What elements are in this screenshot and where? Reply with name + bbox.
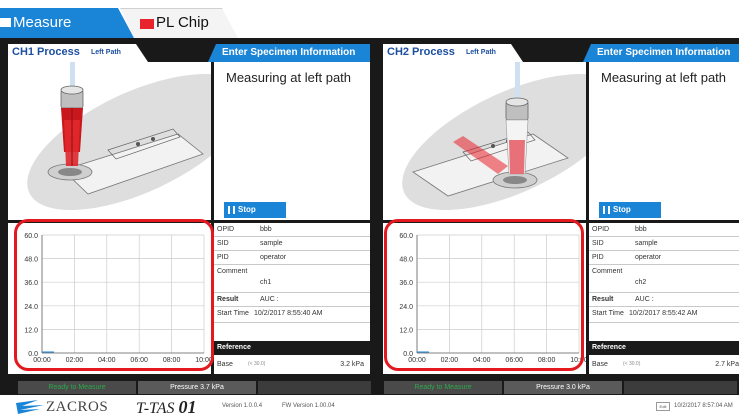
enter-specimen-label: Enter Specimen Information [597, 47, 731, 58]
current-datetime: 10/2/2017 8:57:04 AM [674, 403, 733, 409]
stop-label: Stop [238, 205, 256, 214]
info-key: Comment [217, 268, 248, 275]
zacros-logo-icon [16, 400, 44, 414]
base-range: (< 30.0) [623, 361, 641, 367]
software-version: Version 1.0.0.4 [222, 403, 263, 409]
info-row-comment: Comment ch2 [589, 265, 739, 293]
base-pressure-row: Base (< 30.0) 2.7 kPa [589, 355, 739, 374]
enter-specimen-button-ch2[interactable]: Enter Specimen Information [583, 44, 739, 62]
specimen-info-ch1: OPID bbb SID sample PID operator Comment… [214, 223, 370, 374]
graph-highlight-ch2 [384, 219, 584, 371]
stop-button-ch2[interactable]: Stop [599, 202, 661, 218]
tab-measure[interactable]: Measure [0, 8, 134, 38]
info-value: ch1 [260, 279, 272, 286]
base-value: 3.2 kPa [340, 361, 364, 368]
tab-pl-chip-swatch [140, 19, 154, 29]
info-key: SID [592, 240, 604, 247]
status-pressure-ch2: Pressure 3.0 kPa [504, 381, 622, 394]
info-key: SID [217, 240, 229, 247]
chip-diagram [27, 62, 211, 211]
measurement-area: CH1 Process Left Path Enter Specimen Inf… [0, 38, 739, 395]
graph-highlight-ch1 [14, 219, 214, 371]
pause-icon [228, 206, 235, 214]
message-box-ch1: Measuring at left path Stop [214, 62, 370, 220]
specimen-info-ch2: OPID bbb SID sample PID operator Comment… [589, 223, 739, 374]
enter-specimen-button-ch1[interactable]: Enter Specimen Information [208, 44, 370, 62]
status-message: Measuring at left path [601, 70, 727, 85]
pause-icon [603, 206, 610, 214]
status-pressure-ch1: Pressure 3.7 kPa [138, 381, 256, 394]
info-value: sample [635, 240, 658, 247]
base-range: (< 30.0) [248, 361, 266, 367]
footer: ZACROS T-TAS 01 Version 1.0.0.4 FW Versi… [0, 395, 739, 418]
tab-bar: Measure PL Chip [0, 0, 739, 38]
chip-illustration-ch1 [8, 62, 211, 220]
path-label: Left Path [466, 49, 496, 56]
product-logo: T-TAS 01 [136, 397, 197, 418]
info-key: Result [217, 296, 239, 303]
info-key: Start Time [217, 310, 249, 317]
info-row-opid: OPID bbb [589, 223, 739, 237]
info-value: ch2 [635, 279, 647, 286]
base-value: 2.7 kPa [715, 361, 739, 368]
tab-measure-swatch [0, 18, 11, 27]
info-row-start-time: Start Time 10/2/2017 8:55:40 AM [214, 307, 370, 323]
chip-diagram [402, 62, 586, 211]
tab-pl-chip-label: PL Chip [156, 14, 209, 31]
status-message: Measuring at left path [226, 70, 352, 85]
message-box-ch2: Measuring at left path Stop [589, 62, 739, 220]
info-row-start-time: Start Time 10/2/2017 8:55:42 AM [589, 307, 739, 323]
brand-name: ZACROS [46, 399, 109, 415]
enter-specimen-label: Enter Specimen Information [222, 47, 356, 58]
process-title: CH1 Process [12, 46, 80, 58]
info-row-opid: OPID bbb [214, 223, 370, 237]
process-title: CH2 Process [387, 46, 455, 58]
info-key: PID [217, 254, 229, 261]
stop-button-ch1[interactable]: Stop [224, 202, 286, 218]
info-row-result: Result AUC : [589, 293, 739, 307]
info-value: operator [260, 254, 287, 261]
process-header-ch1: CH1 Process Left Path [8, 44, 148, 62]
info-key: Start Time [592, 310, 624, 317]
base-pressure-row: Base (< 30.0) 3.2 kPa [214, 355, 370, 374]
process-header-ch2: CH2 Process Left Path [383, 44, 523, 62]
base-label: Base [217, 361, 233, 368]
datetime-edit-button[interactable]: Edit [656, 402, 670, 411]
reference-bar: Reference [589, 341, 739, 355]
info-value: sample [260, 240, 283, 247]
info-row-result: Result AUC : [214, 293, 370, 307]
product-name: T-TAS [136, 400, 175, 417]
status-blank-ch2 [624, 381, 737, 394]
info-row-comment: Comment ch1 [214, 265, 370, 293]
info-value: AUC : [635, 296, 654, 303]
info-row-pid: PID operator [589, 251, 739, 265]
info-row-pid: PID operator [214, 251, 370, 265]
product-number: 01 [178, 397, 197, 417]
info-key: OPID [592, 226, 610, 233]
status-blank-ch1 [258, 381, 371, 394]
info-row-sid: SID sample [589, 237, 739, 251]
info-key: PID [592, 254, 604, 261]
info-row-sid: SID sample [214, 237, 370, 251]
info-value: bbb [260, 226, 272, 233]
info-value: AUC : [260, 296, 279, 303]
chip-illustration-ch2 [383, 62, 586, 220]
tab-measure-label: Measure [13, 14, 72, 31]
firmware-version: FW Version 1.00.04 [282, 403, 335, 409]
info-value: 10/2/2017 8:55:40 AM [254, 310, 323, 317]
stop-label: Stop [613, 205, 631, 214]
info-key: Result [592, 296, 614, 303]
status-ready-ch2: Ready to Measure [384, 381, 502, 394]
reference-bar: Reference [214, 341, 370, 355]
path-label: Left Path [91, 49, 121, 56]
status-ready-ch1: Ready to Measure [18, 381, 136, 394]
info-key: Comment [592, 268, 623, 275]
tab-pl-chip[interactable]: PL Chip [120, 8, 238, 38]
info-value: 10/2/2017 8:55:42 AM [629, 310, 698, 317]
info-value: operator [635, 254, 662, 261]
info-key: OPID [217, 226, 235, 233]
info-value: bbb [635, 226, 647, 233]
base-label: Base [592, 361, 608, 368]
